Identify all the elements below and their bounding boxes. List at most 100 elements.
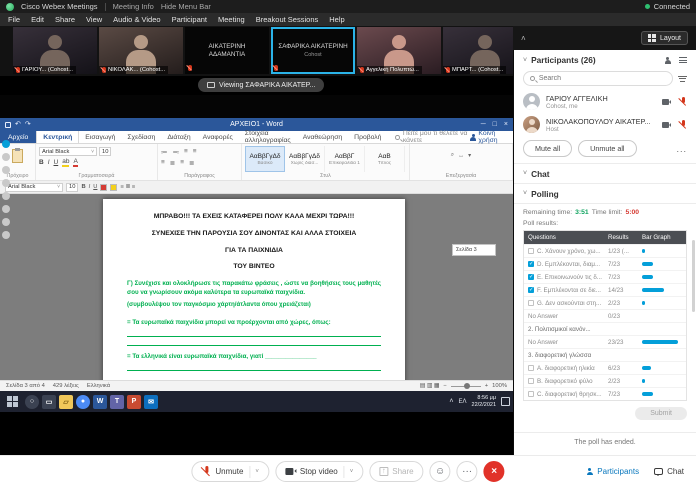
start-button[interactable] — [7, 396, 18, 407]
menu-file[interactable]: File — [8, 15, 20, 24]
more-options-button[interactable]: ··· — [457, 461, 478, 482]
teams-icon[interactable]: T — [110, 395, 124, 409]
taskview-button[interactable]: ▭ — [42, 395, 56, 409]
participant-row[interactable]: ΓΑΡΙΟΥ ΑΓΓΕΛΙΚΗ Cohost, me — [514, 90, 696, 113]
unmute-button[interactable]: Unmute ˅ — [191, 461, 269, 482]
menu-breakout-sessions[interactable]: Breakout Sessions — [256, 15, 319, 24]
muted-mic-icon[interactable] — [679, 120, 687, 129]
mini-font-size[interactable]: 10 — [66, 183, 78, 192]
hide-menubar-button[interactable]: Hide Menu Bar — [161, 2, 211, 11]
video-tile[interactable]: ΝΙΚΟΛΑΚ... (Cohost... — [99, 27, 183, 74]
meeting-info-button[interactable]: Meeting Info — [113, 2, 154, 11]
mini-font-name[interactable]: Arial Black˅ — [5, 183, 63, 192]
shapes-tool-icon[interactable] — [2, 205, 10, 213]
document-page[interactable]: ΜΠΡΑΒΟ!!! ΤΑ ΕΧΕΙΣ ΚΑΤΑΦΕΡΕΙ ΠΟΛΥ ΚΑΛΑ Μ… — [103, 199, 405, 380]
roster-menu-icon[interactable] — [679, 57, 687, 63]
language-indicator[interactable]: ΕΛ — [459, 399, 467, 405]
undo-tool-icon[interactable] — [2, 218, 10, 226]
save-icon[interactable] — [5, 122, 11, 128]
pointer-tool-icon[interactable] — [2, 140, 10, 148]
menu-share[interactable]: Share — [55, 15, 75, 24]
sort-filter-icon[interactable] — [678, 76, 687, 82]
stop-video-button[interactable]: Stop video ˅ — [275, 461, 363, 482]
chevron-down-icon[interactable]: ˅ — [249, 466, 259, 478]
style-card[interactable]: ΑαΒβΓγΔδΧωρίς διάσ... — [285, 146, 325, 172]
word-tab[interactable]: Προβολή — [348, 131, 387, 143]
font-name-select[interactable]: Arial Black˅ — [39, 147, 97, 156]
menu-view[interactable]: View — [86, 15, 102, 24]
submit-button[interactable]: Submit — [635, 407, 687, 420]
word-tab[interactable]: Στοιχεία αλληλογραφίας — [239, 131, 297, 143]
search-box[interactable] — [523, 71, 673, 86]
menu-edit[interactable]: Edit — [31, 15, 44, 24]
word-tab[interactable]: Εισαγωγή — [79, 131, 121, 143]
chat-section-header[interactable]: ˅ Chat — [514, 163, 696, 183]
more-tools-icon[interactable] — [2, 231, 10, 239]
word-tab[interactable]: Σχεδίαση — [121, 131, 161, 143]
leave-meeting-button[interactable]: × — [484, 461, 505, 482]
style-card[interactable]: ΑαΒΤίτλος — [365, 146, 405, 172]
powerpoint-icon[interactable]: P — [127, 395, 141, 409]
participants-panel-button[interactable]: Participants — [586, 467, 639, 476]
highlighter-tool-icon[interactable] — [2, 166, 10, 174]
highlight-color-chip[interactable] — [110, 184, 117, 191]
menu-meeting[interactable]: Meeting — [218, 15, 245, 24]
bold-button[interactable]: B — [39, 159, 44, 166]
muted-mic-icon[interactable] — [679, 97, 687, 106]
maximize-icon[interactable]: □ — [493, 121, 497, 128]
italic-button[interactable]: I — [48, 159, 50, 166]
unmute-all-button[interactable]: Unmute all — [578, 140, 636, 157]
participant-row[interactable]: ΝΙΚΟΛΑΚΟΠΟΥΛΟΥ ΑΙΚΑΤΕΡ... Host — [514, 113, 696, 136]
view-mode-icons[interactable]: ▤ ▥ ▦ — [420, 383, 440, 389]
camera-icon[interactable] — [662, 99, 671, 105]
collapse-filmstrip-icon[interactable]: ˄ — [521, 34, 526, 43]
menu-help[interactable]: Help — [329, 15, 344, 24]
font-size-select[interactable]: 10 — [99, 147, 111, 156]
reactions-button[interactable]: ☺ — [430, 461, 451, 482]
mini-bold-button[interactable]: B — [81, 184, 85, 190]
layout-button[interactable]: Layout — [641, 31, 688, 45]
participants-header[interactable]: ˅ Participants (26) — [514, 50, 696, 70]
undo-icon[interactable]: ↶ — [15, 121, 21, 128]
search-button[interactable]: ○ — [25, 395, 39, 409]
pen-tool-icon[interactable] — [2, 153, 10, 161]
share-button[interactable]: Share — [369, 461, 423, 482]
tray-expand-icon[interactable]: ˄ — [449, 398, 453, 405]
tell-me-search[interactable]: Πείτε μου τι θέλετε να κάνετε — [395, 130, 469, 144]
redo-icon[interactable]: ↷ — [25, 121, 31, 128]
word-tab[interactable]: Αναθεώρηση — [297, 131, 348, 143]
mini-align-buttons[interactable]: ≡ ≣ ≡ — [120, 184, 135, 190]
polling-section-header[interactable]: ˅ Polling — [514, 183, 696, 203]
word-share-button[interactable]: Κοινή χρήση — [470, 130, 508, 144]
text-tool-icon[interactable] — [2, 179, 10, 187]
word-tab[interactable]: Αναφορές — [197, 131, 239, 143]
zoom-slider[interactable] — [451, 386, 481, 387]
scrollbar-thumb[interactable] — [692, 240, 695, 312]
style-card[interactable]: ΑαΒβΓγΔδΒασικό — [245, 146, 285, 172]
align-buttons[interactable]: ≡≣≡≣ — [161, 157, 238, 168]
eraser-tool-icon[interactable] — [2, 192, 10, 200]
person-plus-icon[interactable] — [664, 57, 671, 64]
paste-icon[interactable] — [12, 149, 23, 163]
word-tab[interactable]: Κεντρική — [36, 131, 79, 143]
font-color-button[interactable]: A — [73, 158, 77, 167]
font-color-chip[interactable] — [100, 184, 107, 191]
file-explorer-icon[interactable]: ▱ — [59, 395, 73, 409]
video-tile[interactable]: ΑΙΚΑΤΕΡΙΝΗ ΑΔΑΜΑΝΤΙΑ — [185, 27, 269, 74]
taskbar-clock[interactable]: 8:56 μμ 22/2/2021 — [472, 395, 496, 409]
mini-italic-button[interactable]: I — [89, 184, 91, 190]
menu-participant[interactable]: Participant — [172, 15, 207, 24]
style-card[interactable]: ΑαΒβΓΕπικεφαλίδα 1 — [325, 146, 365, 172]
chevron-down-icon[interactable]: ˅ — [344, 466, 354, 478]
more-actions-button[interactable]: ... — [676, 144, 687, 154]
close-icon[interactable]: × — [504, 121, 508, 128]
minimize-icon[interactable]: ─ — [481, 121, 486, 128]
word-icon[interactable]: W — [93, 395, 107, 409]
video-tile[interactable]: ΓΑΡΙΟΥ... (Cohost... — [13, 27, 97, 74]
notification-center-icon[interactable] — [501, 397, 510, 406]
search-input[interactable] — [539, 75, 666, 82]
word-tab[interactable]: Διάταξη — [161, 131, 196, 143]
mini-underline-button[interactable]: U — [93, 184, 97, 190]
mail-icon[interactable]: ✉ — [144, 395, 158, 409]
editing-buttons[interactable]: ⌕↔▾ — [413, 150, 509, 161]
